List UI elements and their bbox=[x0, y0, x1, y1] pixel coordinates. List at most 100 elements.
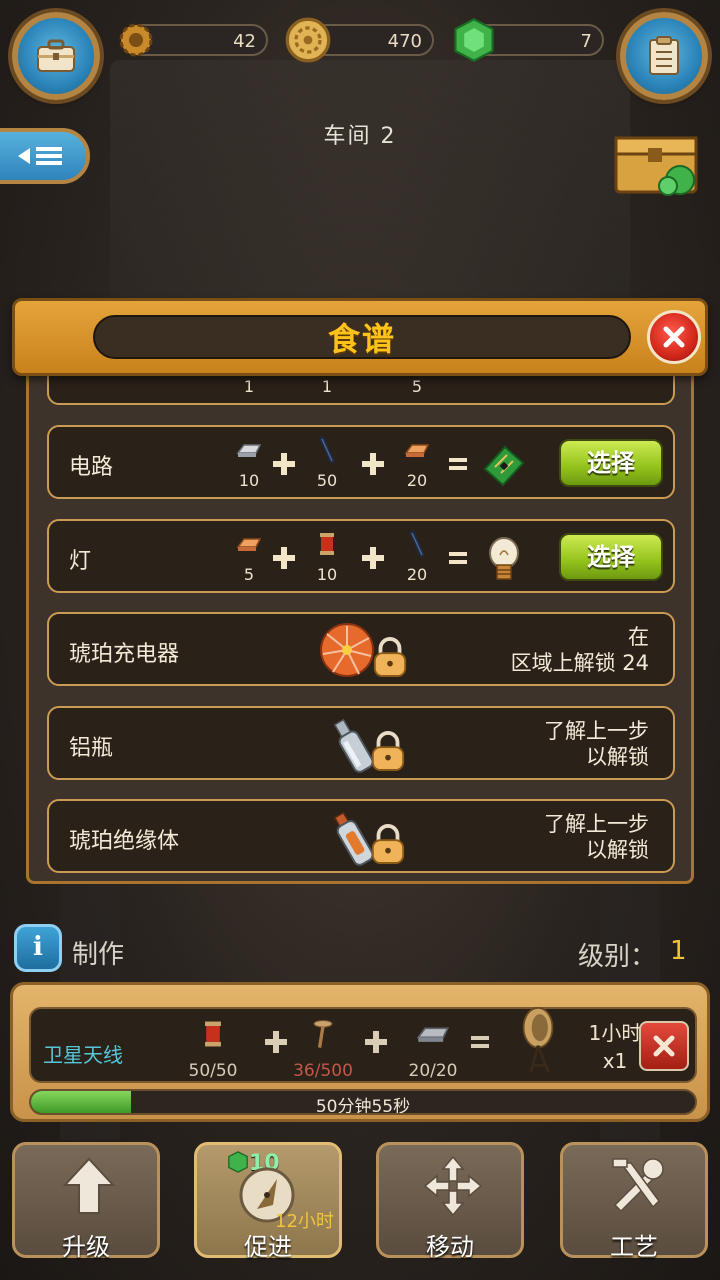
crafting-panel: 卫星天线 50/50 36/500 20/20 1小时 x1 50分钟55秒 bbox=[10, 982, 710, 1122]
ingredient-qty: 5 bbox=[411, 377, 423, 396]
tasks-button[interactable] bbox=[620, 12, 708, 100]
boost-label: 促进 bbox=[244, 1233, 292, 1261]
equals-icon bbox=[471, 1036, 489, 1048]
coin-icon bbox=[285, 17, 331, 63]
copper-ingot-icon bbox=[404, 444, 430, 457]
ingredient: 10 bbox=[305, 529, 349, 584]
progress-time-remaining: 50分钟55秒 bbox=[315, 1097, 411, 1115]
emerald-icon bbox=[454, 18, 494, 62]
equals-icon bbox=[449, 552, 467, 564]
rod-icon bbox=[319, 436, 335, 464]
gear-icon bbox=[119, 23, 153, 57]
move-button[interactable]: 移动 bbox=[376, 1142, 524, 1261]
back-menu-button[interactable] bbox=[0, 128, 90, 184]
info-button[interactable]: i bbox=[14, 924, 62, 972]
rod-icon bbox=[409, 530, 425, 558]
title-box: 食谱 bbox=[93, 315, 631, 359]
upgrade-button[interactable]: 升级 bbox=[12, 1142, 160, 1261]
back-list-icon bbox=[18, 147, 62, 165]
ingredient: 5 bbox=[227, 529, 271, 584]
level-label: 级别： bbox=[577, 942, 656, 972]
crafting-ingredient: 20/20 bbox=[393, 1017, 473, 1081]
recipe-row-locked: 琥珀充电器 在 区域上解锁 24 bbox=[47, 612, 675, 686]
recipe-row-locked: 铝瓶 了解上一步 以解锁 bbox=[47, 706, 675, 780]
ingredient-qty: 10 bbox=[316, 565, 338, 584]
recipe-name: 琥珀绝缘体 bbox=[69, 829, 180, 854]
close-button[interactable] bbox=[647, 310, 701, 364]
ingredient-qty: 1 bbox=[321, 377, 333, 396]
ingredient-qty: 50 bbox=[316, 471, 338, 490]
ingredient: 10 bbox=[227, 435, 271, 490]
satellite-dish-icon bbox=[522, 1006, 554, 1074]
dialog-title: 食谱 bbox=[327, 320, 396, 358]
lock-icon bbox=[371, 824, 405, 864]
crafting-count: x1 bbox=[602, 1049, 628, 1073]
ingredient-qty: 50/50 bbox=[188, 1061, 238, 1081]
background-machine bbox=[110, 60, 630, 310]
crafting-ingredient: 36/500 bbox=[283, 1017, 363, 1081]
level-value: 1 bbox=[670, 936, 687, 966]
inventory-button[interactable] bbox=[12, 12, 100, 100]
move-label: 移动 bbox=[426, 1233, 474, 1261]
equals-icon bbox=[449, 458, 467, 470]
ingredient-qty: 36/500 bbox=[293, 1061, 353, 1081]
recipe-name: 灯 bbox=[69, 549, 92, 574]
recipe-dialog-header: 食谱 bbox=[12, 298, 708, 376]
light-bulb-icon bbox=[489, 537, 519, 580]
lock-icon bbox=[371, 731, 405, 771]
craft-label: 工艺 bbox=[610, 1233, 658, 1261]
ingredient-qty: 20 bbox=[406, 565, 428, 584]
select-button[interactable]: 选择 bbox=[559, 439, 663, 487]
ingredient: 20 bbox=[395, 435, 439, 490]
recipe-name: 铝瓶 bbox=[69, 736, 114, 761]
arrow-up-icon bbox=[62, 1157, 116, 1214]
plus-icon bbox=[273, 547, 295, 569]
crafting-progress-bar: 50分钟55秒 bbox=[29, 1089, 697, 1115]
nail-icon bbox=[313, 1019, 333, 1048]
crafting-label: 制作 bbox=[72, 940, 125, 970]
ingredient-qty: 1 bbox=[243, 377, 255, 396]
ingredient-qty: 20/20 bbox=[408, 1061, 458, 1081]
plus-icon bbox=[362, 453, 384, 475]
plus-icon bbox=[365, 1031, 387, 1053]
crafting-item-name: 卫星天线 bbox=[43, 1043, 123, 1067]
recipe-list-panel[interactable]: 1 1 5 电路 10 50 20 选择 灯 5 10 20 选择 琥珀充电器 … bbox=[26, 356, 694, 884]
crafting-ingredient: 50/50 bbox=[173, 1017, 253, 1081]
ingredient-qty: 20 bbox=[406, 471, 428, 490]
crafting-duration: 1小时 bbox=[588, 1021, 642, 1045]
craft-button[interactable]: 工艺 bbox=[560, 1142, 708, 1261]
gear-count: 42 bbox=[233, 31, 256, 52]
crafting-item-row: 卫星天线 50/50 36/500 20/20 1小时 x1 bbox=[29, 1006, 697, 1083]
upgrade-label: 升级 bbox=[62, 1233, 110, 1261]
coin-resource: 470 bbox=[285, 17, 434, 63]
recipe-name: 电路 bbox=[69, 455, 114, 480]
amber-fan-icon bbox=[320, 623, 374, 677]
recipe-row-lamp: 灯 5 10 20 选择 bbox=[47, 519, 675, 593]
plus-icon bbox=[273, 453, 295, 475]
recipe-row-locked: 琥珀绝缘体 了解上一步 以解锁 bbox=[47, 799, 675, 873]
ingredient: 20 bbox=[395, 529, 439, 584]
unlock-hint: 在 区域上解锁 24 bbox=[510, 625, 649, 675]
circuit-board-icon bbox=[483, 445, 525, 487]
move-arrows-icon bbox=[423, 1155, 483, 1217]
coin-count: 470 bbox=[387, 31, 422, 52]
treasure-chest-icon[interactable] bbox=[610, 122, 702, 200]
spool-icon bbox=[205, 1021, 221, 1047]
gear-resource: 42 bbox=[119, 23, 268, 57]
crafting-time: 1小时 x1 bbox=[583, 1019, 647, 1075]
select-button[interactable]: 选择 bbox=[559, 533, 663, 581]
clipboard-icon bbox=[649, 36, 679, 75]
briefcase-icon bbox=[37, 39, 75, 72]
ingredient-qty: 10 bbox=[238, 471, 260, 490]
gem-resource: 7 bbox=[454, 18, 604, 62]
unlock-hint: 了解上一步 以解锁 bbox=[544, 719, 649, 769]
lock-icon bbox=[373, 637, 407, 677]
metal-ingot-icon bbox=[416, 1027, 450, 1042]
close-icon bbox=[653, 1035, 675, 1057]
recipe-name: 琥珀充电器 bbox=[69, 642, 180, 667]
ingredient: 50 bbox=[305, 435, 349, 490]
cancel-crafting-button[interactable] bbox=[639, 1021, 689, 1071]
metal-ingot-icon bbox=[236, 444, 262, 457]
tools-icon bbox=[612, 1158, 664, 1213]
boost-button[interactable]: 10 12小时 促进 bbox=[194, 1142, 342, 1261]
